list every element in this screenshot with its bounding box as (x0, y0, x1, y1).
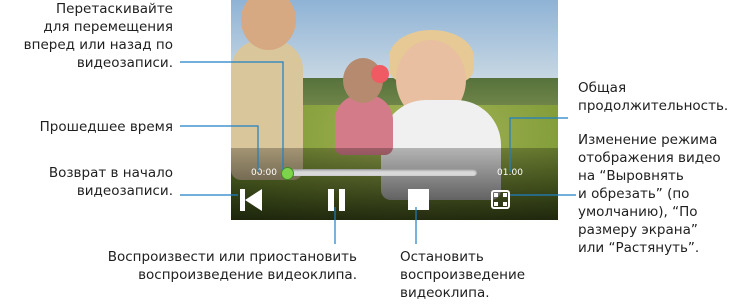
leader-total (509, 117, 568, 172)
leader-elapsed (180, 125, 259, 172)
leader-lines (180, 61, 576, 244)
leader-seek (180, 61, 284, 170)
